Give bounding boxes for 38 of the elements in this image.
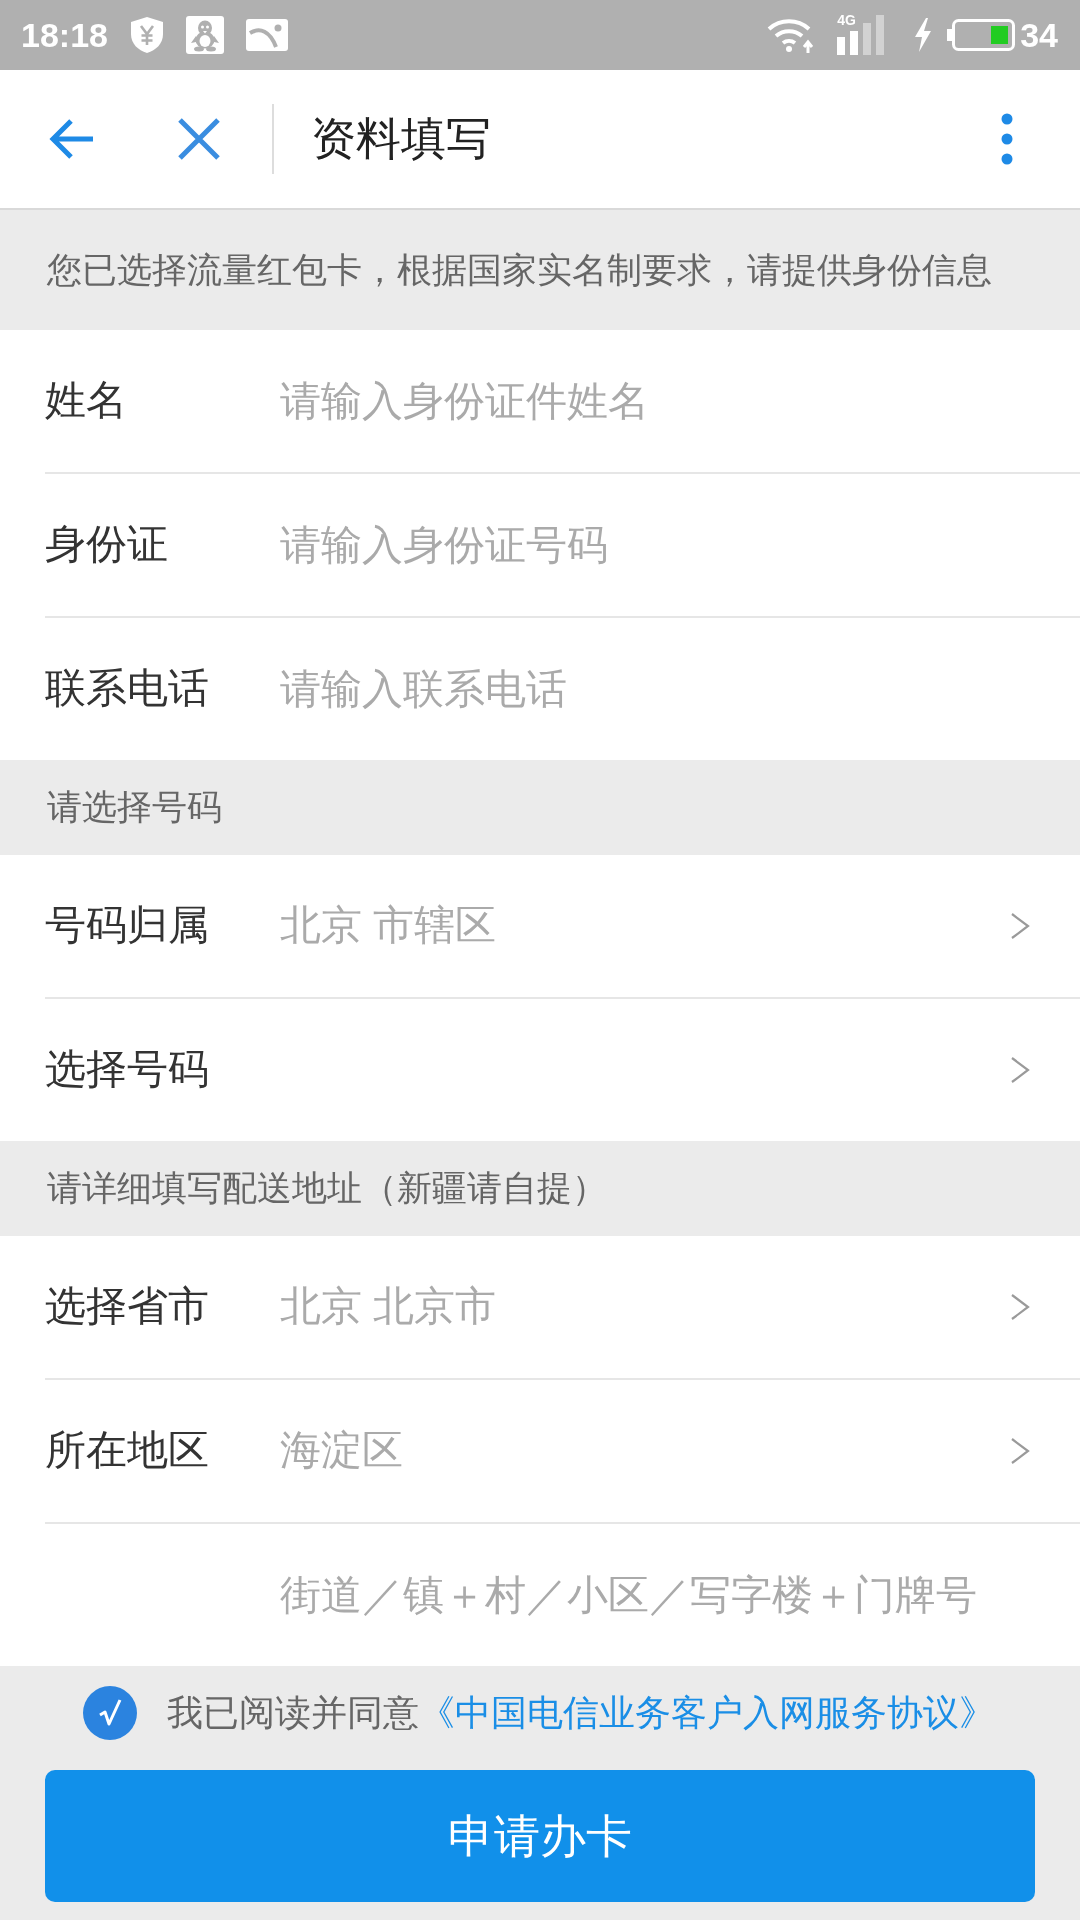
field-label: 选择省市 bbox=[45, 1282, 210, 1332]
chevron-right-icon bbox=[1010, 1292, 1030, 1322]
more-menu-icon bbox=[1001, 113, 1013, 165]
select-field[interactable]: 海淀区 bbox=[280, 1411, 1080, 1491]
select-field[interactable]: 北京 市辖区 bbox=[280, 886, 1080, 966]
agreement-text: 我已阅读并同意《中国电信业务客户入网服务协议》 bbox=[167, 1691, 995, 1735]
field-label: 联系电话 bbox=[45, 664, 210, 714]
field-label: 所在地区 bbox=[45, 1426, 210, 1476]
text-input-field[interactable]: 请输入身份证件姓名 bbox=[280, 361, 1040, 441]
select-field[interactable]: 北京 北京市 bbox=[280, 1267, 1080, 1347]
section-heading: 请详细填写配送地址（新疆请自提） bbox=[47, 1167, 607, 1210]
notice-text: 您已选择流量红包卡，根据国家实名制要求，请提供身份信息 bbox=[47, 248, 992, 291]
agreement-link[interactable]: 《中国电信业务客户入网服务协议》 bbox=[419, 1692, 995, 1733]
field-label: 姓名 bbox=[45, 376, 128, 426]
page-title: 资料填写 bbox=[311, 112, 491, 167]
shield-icon bbox=[128, 16, 165, 54]
submit-button[interactable]: 申请办卡 bbox=[45, 1770, 1035, 1902]
wifi-icon bbox=[767, 17, 816, 53]
text-input-field[interactable]: 请输入身份证号码 bbox=[280, 505, 1040, 585]
field-label: 身份证 bbox=[45, 520, 169, 570]
field-label: 号码归属 bbox=[45, 901, 210, 951]
chevron-right-icon bbox=[1010, 1436, 1030, 1466]
battery-percent: 34 bbox=[1020, 18, 1058, 52]
field-label: 选择号码 bbox=[45, 1045, 210, 1095]
chevron-right-icon bbox=[1010, 911, 1030, 941]
picture-icon bbox=[245, 19, 288, 51]
text-input-field[interactable]: 请输入联系电话 bbox=[280, 649, 1040, 729]
section-heading: 请选择号码 bbox=[47, 786, 222, 829]
network-type-label: 4G bbox=[837, 13, 856, 27]
close-icon bbox=[176, 116, 222, 162]
text-input-field[interactable]: 街道／镇＋村／小区／写字楼＋门牌号 bbox=[280, 1555, 1040, 1635]
penguin-icon bbox=[185, 16, 224, 54]
checkmark-icon bbox=[98, 1698, 122, 1728]
status-time: 18:18 bbox=[21, 18, 108, 52]
chevron-right-icon bbox=[1010, 1055, 1030, 1085]
charging-bolt-icon bbox=[913, 18, 934, 52]
agreement-checkbox[interactable] bbox=[83, 1686, 137, 1740]
battery-icon bbox=[947, 19, 1016, 51]
